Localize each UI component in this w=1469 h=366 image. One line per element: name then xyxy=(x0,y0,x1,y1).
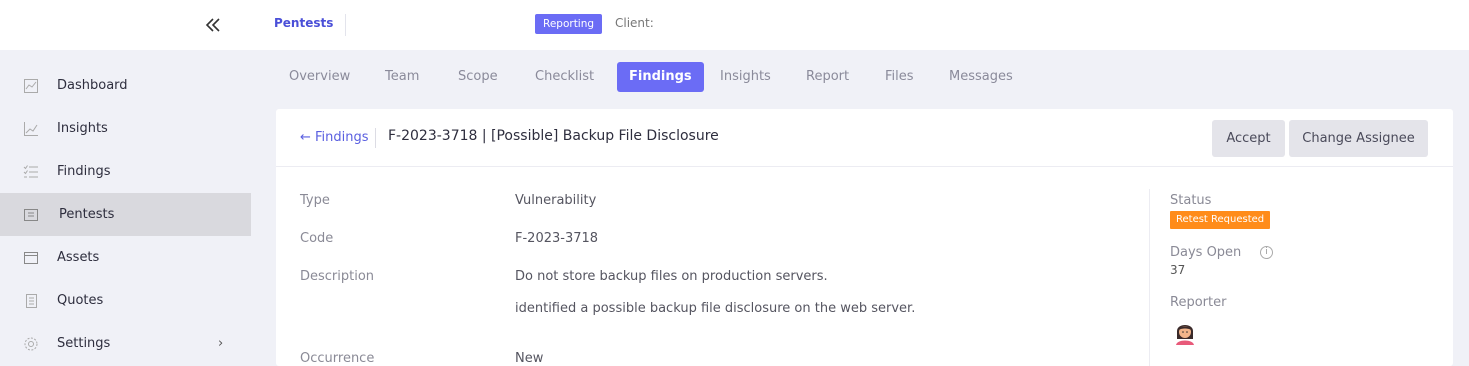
code-value: F-2023-3718 xyxy=(515,231,599,246)
occurrence-value: New xyxy=(515,351,544,366)
list-icon xyxy=(22,163,40,181)
description-label: Description xyxy=(300,269,375,284)
chevron-right-icon: › xyxy=(218,336,224,351)
sidebar-item-label: Dashboard xyxy=(57,78,128,93)
sidebar-item-quotes[interactable]: Quotes xyxy=(0,279,251,322)
sidebar-item-label: Quotes xyxy=(57,293,104,308)
reporting-badge: Reporting xyxy=(535,14,603,34)
sidebar-item-dashboard[interactable]: Dashboard xyxy=(0,64,251,107)
double-chevron-left-icon xyxy=(205,18,220,32)
collapse-sidebar-button[interactable] xyxy=(200,13,226,37)
top-bar: Pentests Reporting Client: xyxy=(0,0,1469,50)
accept-button[interactable]: Accept xyxy=(1212,120,1285,157)
line-chart-icon xyxy=(22,120,40,138)
sidebar-item-insights[interactable]: Insights xyxy=(0,107,251,150)
status-badge: Retest Requested xyxy=(1170,211,1271,229)
status-label: Status xyxy=(1170,193,1212,208)
sidebar-item-label: Pentests xyxy=(59,207,115,222)
sidebar-item-label: Settings xyxy=(57,336,111,351)
avatar-icon xyxy=(1172,318,1198,345)
document-icon xyxy=(22,292,40,310)
sidebar-item-findings[interactable]: Findings xyxy=(0,150,251,193)
sidebar-item-assets[interactable]: Assets xyxy=(0,236,251,279)
description-line: identified a possible backup file disclo… xyxy=(515,301,916,316)
reporter-avatar[interactable] xyxy=(1171,317,1199,345)
finding-title: F-2023-3718 | [Possible] Backup File Dis… xyxy=(388,128,719,144)
finding-card: ← Findings F-2023-3718 | [Possible] Back… xyxy=(276,109,1453,366)
client-label: Client: xyxy=(615,16,654,30)
tab-files[interactable]: Files xyxy=(885,62,914,92)
tab-messages[interactable]: Messages xyxy=(949,62,1013,92)
reporter-label: Reporter xyxy=(1170,295,1227,310)
description-line: Do not store backup files on production … xyxy=(515,269,828,284)
finding-header: ← Findings F-2023-3718 | [Possible] Back… xyxy=(276,109,1453,167)
info-icon[interactable]: i xyxy=(1260,246,1273,259)
tab-checklist[interactable]: Checklist xyxy=(535,62,594,92)
days-open-label: Days Open xyxy=(1170,245,1242,260)
occurrence-label: Occurrence xyxy=(300,351,375,366)
sidebar-item-label: Findings xyxy=(57,164,111,179)
tab-insights[interactable]: Insights xyxy=(720,62,771,92)
tab-report[interactable]: Report xyxy=(806,62,849,92)
tab-scope[interactable]: Scope xyxy=(458,62,498,92)
box-icon xyxy=(22,249,40,267)
vertical-divider xyxy=(1149,189,1150,366)
back-to-findings-link[interactable]: ← Findings xyxy=(300,130,369,145)
sidebar: Dashboard Insights Findings Pentests Ass… xyxy=(0,50,251,366)
gear-icon xyxy=(22,335,40,353)
breadcrumb-divider xyxy=(345,14,346,36)
tab-team[interactable]: Team xyxy=(385,62,419,92)
change-assignee-button[interactable]: Change Assignee xyxy=(1289,120,1428,157)
header-divider xyxy=(375,128,376,148)
type-value: Vulnerability xyxy=(515,193,597,208)
tab-findings[interactable]: Findings xyxy=(617,62,704,92)
type-label: Type xyxy=(300,193,330,208)
sidebar-item-pentests[interactable]: Pentests xyxy=(0,193,251,236)
sidebar-item-label: Insights xyxy=(57,121,108,136)
days-open-value: 37 xyxy=(1170,263,1186,277)
chart-icon xyxy=(22,77,40,95)
project-breadcrumb[interactable]: Pentests xyxy=(274,16,333,30)
sidebar-item-label: Assets xyxy=(57,250,100,265)
folder-icon xyxy=(22,206,40,224)
sidebar-item-settings[interactable]: Settings › xyxy=(0,322,251,365)
tab-overview[interactable]: Overview xyxy=(289,62,350,92)
code-label: Code xyxy=(300,231,334,246)
